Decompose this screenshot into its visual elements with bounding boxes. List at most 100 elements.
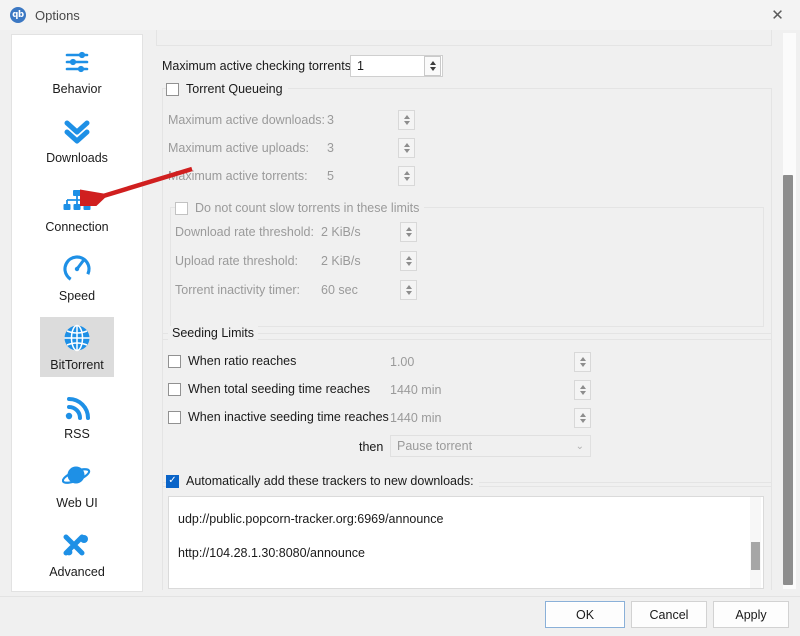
sidebar-item-label: Downloads [46,151,108,165]
total-seeding-time-row[interactable]: When total seeding time reaches [168,382,376,396]
chevron-down-icon: ⌄ [575,440,584,452]
inactive-seeding-time-spinner[interactable] [574,408,591,428]
sidebar-item-downloads[interactable]: Downloads [12,101,142,170]
sidebar-item-label: RSS [64,427,90,441]
sidebar-item-rss[interactable]: RSS [12,377,142,446]
download-rate-threshold-label: Download rate threshold: [175,225,314,239]
sidebar-item-bittorrent[interactable]: BitTorrent [12,308,142,377]
max-checking-label: Maximum active checking torrents: [162,59,355,73]
dialog-button-bar: OK Cancel Apply [0,596,800,636]
spinner-up-icon[interactable] [579,357,586,361]
spinner-down-icon[interactable] [579,391,586,395]
sidebar-item-label: Speed [58,289,96,303]
speedometer-icon [60,252,94,286]
max-uploads-label: Maximum active uploads: [168,141,310,155]
qbittorrent-logo-icon: qb [10,7,26,23]
spinner-down-icon[interactable] [403,177,410,181]
auto-add-trackers-checkbox[interactable]: ✓ [166,474,179,488]
slow-torrents-checkbox[interactable] [175,201,188,215]
when-ratio-reaches-row[interactable]: When ratio reaches [168,354,302,368]
sidebar-item-label: Behavior [52,82,102,96]
cancel-button[interactable]: Cancel [631,601,707,628]
apply-button[interactable]: Apply [713,601,789,628]
sliders-icon [60,45,94,79]
spinner-up-icon[interactable] [403,143,410,147]
inactive-seeding-time-row[interactable]: When inactive seeding time reaches [168,410,394,424]
torrent-queueing-checkbox[interactable] [166,82,179,96]
spinner-down-icon[interactable] [429,67,436,71]
spinner-down-icon[interactable] [579,419,586,423]
sidebar-item-webui[interactable]: Web UI [12,446,142,515]
spinner-down-icon[interactable] [403,121,410,125]
trackers-textarea[interactable]: udp://public.popcorn-tracker.org:6969/an… [168,496,764,589]
inactive-seeding-time-label: When inactive seeding time reaches [188,410,389,424]
window-title: Options [35,7,80,23]
close-icon[interactable]: ✕ [755,0,800,30]
settings-scrollbar-thumb[interactable] [783,175,793,585]
settings-panel: Maximum active checking torrents: 1 Torr… [150,30,782,590]
tracker-line: udp://public.popcorn-tracker.org:6969/an… [178,512,444,526]
clipped-groupbox-top [156,30,772,46]
spinner-down-icon[interactable] [405,233,412,237]
spinner-up-icon[interactable] [429,61,436,65]
spinner-down-icon[interactable] [405,291,412,295]
max-uploads-spinner[interactable] [398,138,415,158]
sidebar-item-behavior[interactable]: Behavior [12,35,142,101]
spinner-buttons[interactable] [424,56,441,76]
when-ratio-reaches-checkbox[interactable] [168,354,181,368]
inactivity-timer-spinner[interactable] [400,280,417,300]
spinner-up-icon[interactable] [403,115,410,119]
max-torrents-spinner[interactable] [398,166,415,186]
sidebar-item-connection[interactable]: Connection [12,170,142,239]
trackers-scrollbar-thumb[interactable] [751,542,760,570]
download-rate-threshold-value: 2 KiB/s [321,225,361,239]
upload-rate-threshold-label: Upload rate threshold: [175,254,298,268]
inactivity-timer-label: Torrent inactivity timer: [175,283,301,297]
sidebar-item-speed[interactable]: Speed [12,239,142,308]
spinner-up-icon[interactable] [405,256,412,260]
auto-add-trackers-label: Automatically add these trackers to new … [186,474,474,488]
inactive-seeding-time-checkbox[interactable] [168,410,181,424]
max-uploads-value: 3 [327,141,334,155]
inactivity-timer-value: 60 sec [321,283,358,297]
total-seeding-time-checkbox[interactable] [168,382,181,396]
seeding-action-value: Pause torrent [397,439,473,453]
slow-torrents-checkbox-row[interactable]: Do not count slow torrents in these limi… [175,201,425,215]
network-tree-icon [60,183,94,217]
download-rate-threshold-spinner[interactable] [400,222,417,242]
globe-icon [60,321,94,355]
ratio-value: 1.00 [390,355,415,369]
tools-icon [60,528,94,562]
max-checking-spinbox[interactable]: 1 [350,55,443,77]
total-seeding-time-value: 1440 min [390,383,442,397]
max-downloads-spinner[interactable] [398,110,415,130]
rss-icon [60,390,94,424]
upload-rate-threshold-spinner[interactable] [400,251,417,271]
torrent-queueing-checkbox-row[interactable]: Torrent Queueing [166,82,288,96]
sidebar: Behavior Downloads Connection Speed BitT… [11,34,143,592]
ratio-spinner[interactable] [574,352,591,372]
sidebar-item-label: Advanced [49,565,105,579]
spinner-up-icon[interactable] [579,413,586,417]
max-checking-value: 1 [357,59,364,73]
max-torrents-value: 5 [327,169,334,183]
inactive-seeding-time-value: 1440 min [390,411,442,425]
sidebar-item-advanced[interactable]: Advanced [12,515,142,584]
total-seeding-time-spinner[interactable] [574,380,591,400]
spinner-down-icon[interactable] [405,262,412,266]
upload-rate-threshold-value: 2 KiB/s [321,254,361,268]
sidebar-item-label: BitTorrent [50,358,104,372]
slow-torrents-label: Do not count slow torrents in these limi… [195,201,420,215]
auto-add-trackers-row[interactable]: ✓ Automatically add these trackers to ne… [166,474,479,488]
ok-button[interactable]: OK [545,601,625,628]
spinner-down-icon[interactable] [579,363,586,367]
spinner-up-icon[interactable] [403,171,410,175]
max-downloads-value: 3 [327,113,334,127]
seeding-limits-title: Seeding Limits [168,326,258,340]
check-icon: ✓ [168,475,177,486]
spinner-up-icon[interactable] [405,285,412,289]
spinner-up-icon[interactable] [579,385,586,389]
spinner-down-icon[interactable] [403,149,410,153]
spinner-up-icon[interactable] [405,227,412,231]
seeding-action-combobox[interactable]: Pause torrent ⌄ [390,435,591,457]
